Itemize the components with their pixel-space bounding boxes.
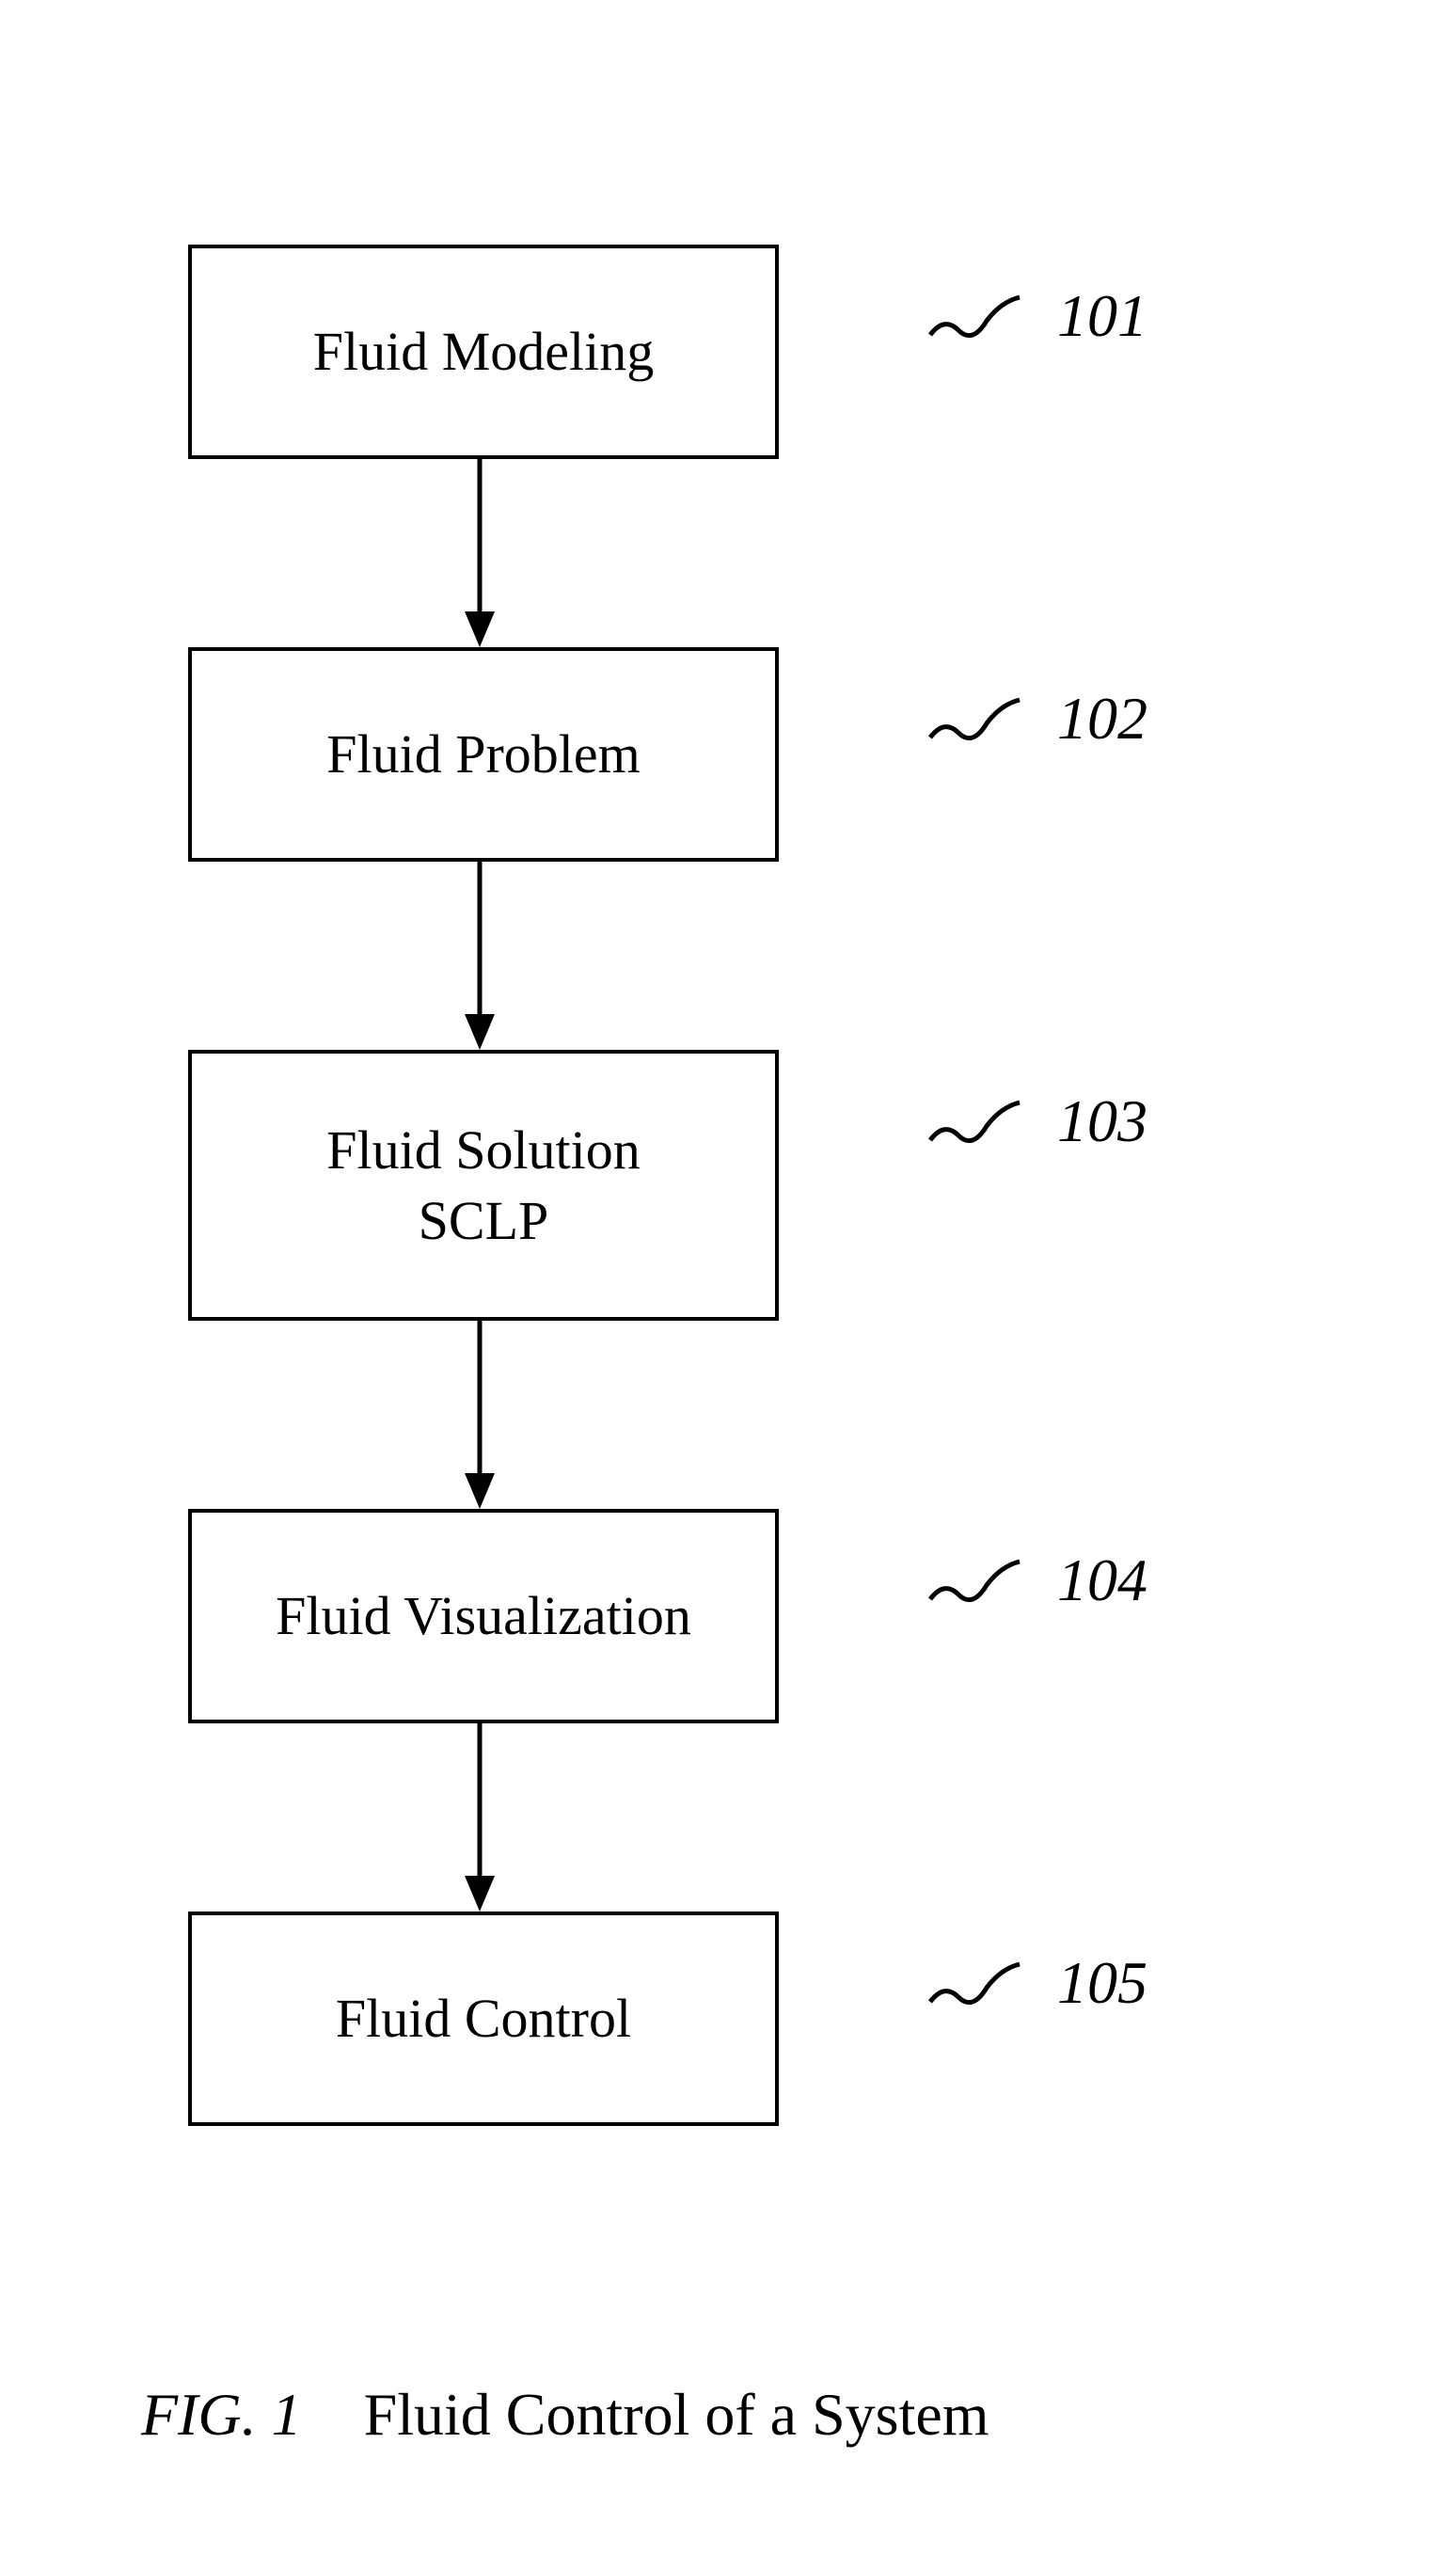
figure-label: FIG. 1: [141, 2381, 302, 2448]
ref-label-102: 102: [926, 679, 1147, 757]
leader-line-icon: [926, 1093, 1029, 1150]
figure-caption-text: Fluid Control of a System: [364, 2381, 989, 2448]
box-fluid-control: Fluid Control 105: [188, 1912, 779, 2126]
flowchart-container: Fluid Modeling 101 Fluid Problem 102: [188, 245, 1223, 2126]
box-fluid-visualization: Fluid Visualization 104: [188, 1509, 779, 1723]
arrow-connector: [188, 459, 771, 647]
ref-number: 105: [1057, 1943, 1147, 2022]
box-fluid-modeling: Fluid Modeling 101: [188, 245, 779, 459]
ref-number: 101: [1057, 277, 1147, 355]
leader-line-icon: [926, 690, 1029, 747]
figure-caption: FIG. 1 Fluid Control of a System: [141, 2380, 989, 2450]
leader-line-icon: [926, 288, 1029, 344]
arrow-connector: [188, 862, 771, 1050]
arrow-down-icon: [461, 1723, 499, 1912]
ref-label-105: 105: [926, 1943, 1147, 2022]
box-fluid-solution: Fluid Solution SCLP 103: [188, 1050, 779, 1321]
arrow-connector: [188, 1723, 771, 1912]
leader-line-icon: [926, 1552, 1029, 1609]
box-label: Fluid Visualization: [276, 1580, 691, 1651]
arrow-down-icon: [461, 862, 499, 1050]
ref-number: 102: [1057, 679, 1147, 757]
box-fluid-problem: Fluid Problem 102: [188, 647, 779, 862]
leader-line-icon: [926, 1955, 1029, 2011]
ref-number: 104: [1057, 1541, 1147, 1619]
box-label-line2: SCLP: [419, 1185, 549, 1256]
arrow-down-icon: [461, 1321, 499, 1509]
arrow-connector: [188, 1321, 771, 1509]
arrow-down-icon: [461, 459, 499, 647]
box-label: Fluid Control: [336, 1983, 631, 2054]
ref-label-101: 101: [926, 277, 1147, 355]
ref-number: 103: [1057, 1082, 1147, 1160]
box-label: Fluid Problem: [326, 719, 641, 789]
ref-label-103: 103: [926, 1082, 1147, 1160]
box-label-line1: Fluid Solution: [326, 1115, 641, 1185]
box-label: Fluid Modeling: [313, 316, 655, 387]
ref-label-104: 104: [926, 1541, 1147, 1619]
